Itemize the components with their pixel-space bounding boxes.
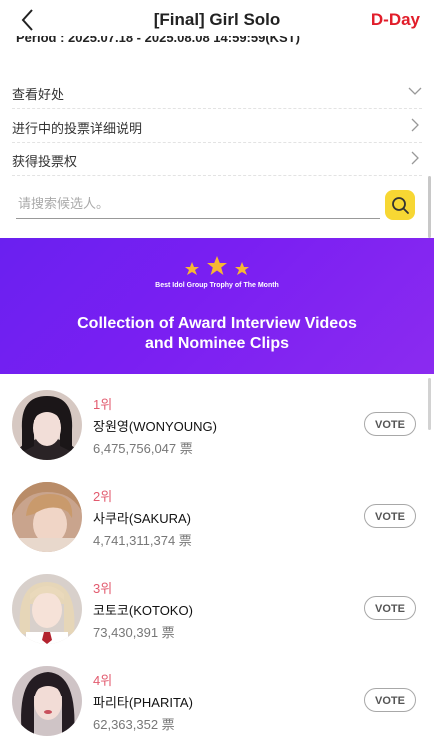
list-item[interactable]: 3위 코토코(KOTOKO) 73,430,391 票 VOTE [0,562,434,654]
candidate-photo [12,666,82,736]
scrollbar-thumb[interactable] [428,176,431,238]
chevron-right-icon [411,151,419,165]
rank-label: 2위 [93,489,113,504]
avatar [12,666,82,736]
banner-title: Collection of Award Interview Videos and… [0,314,434,354]
vote-button[interactable]: VOTE [364,596,416,620]
avatar [12,390,82,460]
stars-icon [185,256,249,275]
benefits-label: 查看好处 [12,87,65,102]
list-item[interactable]: 2위 사쿠라(SAKURA) 4,741,311,374 票 VOTE [0,470,434,562]
banner-title-line-2: and Nominee Clips [144,335,290,352]
search-bar [16,186,380,219]
vote-button[interactable]: VOTE [364,412,416,436]
vote-count: 4,741,311,374 票 [93,533,192,548]
rank-label: 3위 [93,581,113,596]
vote-button[interactable]: VOTE [364,688,416,712]
search-button[interactable] [385,190,415,220]
get-vote-rights-label: 获得投票权 [12,154,78,169]
search-input[interactable] [16,192,380,214]
page-title: [Final] Girl Solo [153,10,281,29]
candidate-name: 코토코(KOTOKO) [93,603,193,618]
promo-banner[interactable]: Best Idol Group Trophy of The Month Coll… [0,238,434,374]
benefits-row[interactable]: 查看好处 [12,76,422,109]
avatar [12,482,82,552]
chevron-right-icon [411,118,419,132]
vote-details-label: 进行中的投票详细说明 [12,121,143,136]
avatar [12,574,82,644]
candidate-name: 장원영(WONYOUNG) [93,419,217,434]
period-text: Period : 2025.07.18 - 2025.08.08 14:59:5… [16,36,300,45]
get-vote-rights-row[interactable]: 获得投票权 [12,143,422,176]
vote-period: Period : 2025.07.18 - 2025.08.08 14:59:5… [16,36,426,50]
banner-subtitle: Best Idol Group Trophy of The Month [155,282,279,289]
list-item[interactable]: 4위 파리타(PHARITA) 62,363,352 票 VOTE [0,654,434,746]
candidate-photo [12,390,82,460]
banner-title-line-1: Collection of Award Interview Videos [77,315,357,332]
candidate-photo [12,574,82,644]
vote-button[interactable]: VOTE [364,504,416,528]
search-icon [392,197,409,214]
rank-label: 4위 [93,673,113,688]
vote-details-row[interactable]: 进行中的投票详细说明 [12,110,422,143]
candidate-name: 파리타(PHARITA) [93,695,193,710]
chevron-down-icon [408,87,422,95]
top-bar: [Final] Girl Solo D-Day [0,0,434,40]
dday-badge: D-Day [370,10,420,29]
candidate-name: 사쿠라(SAKURA) [93,511,191,526]
vote-count: 73,430,391 票 [93,625,175,640]
vote-count: 6,475,756,047 票 [93,441,193,456]
candidate-photo [12,482,82,552]
vote-count: 62,363,352 票 [93,717,175,732]
rank-label: 1위 [93,397,113,412]
list-item[interactable]: 1위 장원영(WONYOUNG) 6,475,756,047 票 VOTE [0,378,434,470]
